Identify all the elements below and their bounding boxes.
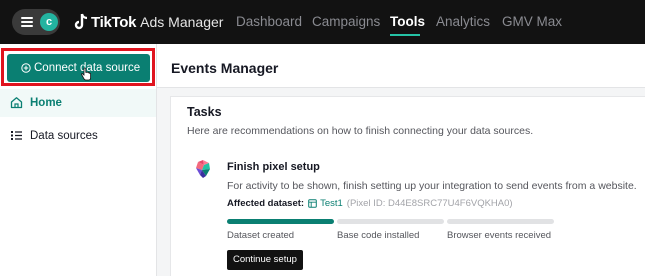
step-label-base-code: Base code installed: [337, 230, 420, 241]
sidebar-item-label: Data sources: [30, 129, 98, 142]
top-nav-bar: c TikTok Ads Manager Dashboard Campaigns…: [0, 0, 645, 44]
step-label-dataset-created: Dataset created: [227, 230, 295, 241]
affected-dataset-row: Affected dataset: Test1 (Pixel ID: D44E8…: [227, 198, 513, 209]
product-name: Ads Manager: [140, 14, 224, 30]
brand-name: TikTok: [91, 13, 137, 31]
page-title: Events Manager: [171, 60, 279, 76]
hamburger-icon: [21, 17, 33, 27]
home-icon: [10, 97, 23, 109]
nav-analytics[interactable]: Analytics: [436, 14, 490, 29]
progress-step-2: [337, 219, 444, 224]
tasks-card: Tasks Here are recommendations on how to…: [170, 96, 645, 276]
progress-step-3: [447, 219, 554, 224]
account-menu[interactable]: c: [12, 9, 60, 35]
sidebar-item-label: Home: [30, 96, 62, 109]
progress-step-1: [227, 219, 334, 224]
active-tab-indicator: [390, 34, 420, 36]
task-title: Finish pixel setup: [227, 161, 320, 173]
main-header: Events Manager: [157, 44, 645, 88]
nav-dashboard[interactable]: Dashboard: [236, 14, 302, 29]
pixel-id: (Pixel ID: D44E8SRC77U4F6VQKHA0): [346, 198, 513, 209]
dataset-link[interactable]: Test1: [320, 198, 343, 209]
nav-tools[interactable]: Tools: [390, 14, 425, 29]
plus-circle-icon: [21, 63, 31, 73]
pixel-icon: [196, 160, 210, 178]
dataset-label: Affected dataset:: [227, 198, 305, 209]
connect-data-source-button[interactable]: Connect data source: [7, 54, 150, 82]
nav-gmv-max[interactable]: GMV Max: [502, 14, 562, 29]
avatar: c: [40, 13, 58, 31]
sidebar-item-home[interactable]: Home: [10, 96, 62, 109]
dataset-icon: [308, 199, 317, 208]
task-description: For activity to be shown, finish setting…: [227, 180, 637, 192]
tiktok-logo[interactable]: TikTok Ads Manager: [74, 12, 223, 32]
hand-cursor-icon: [81, 67, 91, 81]
sidebar-item-data-sources[interactable]: Data sources: [10, 129, 98, 142]
list-icon: [11, 131, 22, 140]
nav-campaigns[interactable]: Campaigns: [312, 14, 380, 29]
tiktok-note-icon: [74, 13, 88, 30]
continue-setup-button[interactable]: Continue setup: [227, 250, 303, 270]
tasks-title: Tasks: [187, 105, 222, 119]
step-label-browser-events: Browser events received: [447, 230, 552, 241]
tasks-description: Here are recommendations on how to finis…: [187, 125, 534, 137]
